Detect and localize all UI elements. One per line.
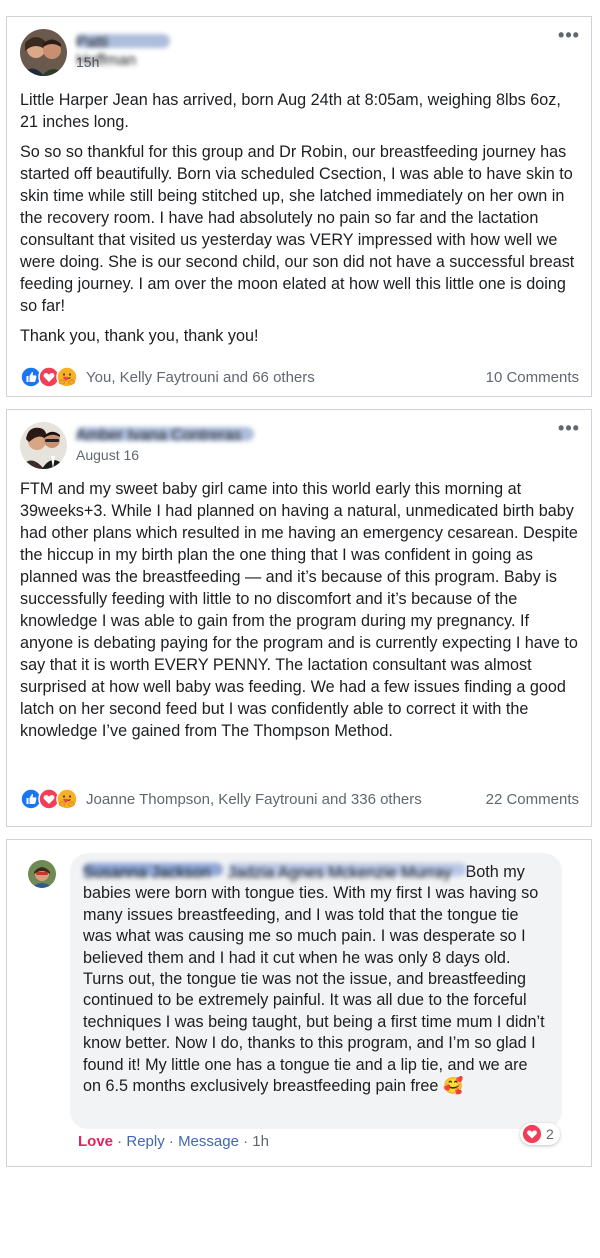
smiling-face-with-hearts-icon: 🥰: [442, 1077, 464, 1096]
reply-link[interactable]: Reply: [126, 1133, 164, 1150]
message-link[interactable]: Message: [178, 1133, 239, 1150]
comment-text: Both my babies were born with tongue tie…: [83, 863, 545, 1096]
comments-count-link[interactable]: 10 Comments: [486, 369, 579, 386]
post-card: Patti Hoffman 15h ••• Little Harper Jean…: [6, 16, 592, 397]
post-card: Amber Ivana Contreras August 16 ••• FTM …: [6, 409, 592, 827]
post-paragraph: Thank you, thank you, thank you!: [20, 327, 259, 345]
post-header: Patti Hoffman 15h: [20, 28, 170, 76]
care-hug-icon: [56, 788, 78, 810]
reaction-icons[interactable]: [20, 788, 78, 810]
author-name[interactable]: Amber Ivana Contreras: [76, 427, 254, 444]
author-name[interactable]: Patti Hoffman: [76, 34, 170, 69]
post-paragraph: So so so thankful for this group and Dr …: [20, 143, 575, 315]
love-reaction-link[interactable]: Love: [78, 1133, 113, 1150]
reaction-count: 2: [546, 1126, 554, 1142]
post-text: Little Harper Jean has arrived, born Aug…: [20, 89, 581, 355]
comment-timestamp[interactable]: 1h: [252, 1133, 269, 1150]
action-separator: ·: [164, 1133, 179, 1150]
comment-card: Susanna Jackson Jadzia Agnes Mckenzie Mu…: [6, 839, 592, 1167]
author-avatar[interactable]: [20, 421, 67, 469]
post-timestamp[interactable]: August 16: [76, 447, 254, 463]
post-header: Amber Ivana Contreras August 16: [20, 421, 254, 469]
more-options-icon[interactable]: •••: [555, 418, 583, 438]
reactions-bar: Joanne Thompson, Kelly Faytrouni and 336…: [20, 787, 579, 811]
comments-count-link[interactable]: 22 Comments: [486, 791, 579, 808]
care-hug-icon: [56, 366, 78, 388]
comment-actions: Love · Reply · Message · 1h: [78, 1133, 269, 1150]
author-avatar[interactable]: [20, 28, 67, 76]
action-separator: ·: [113, 1133, 127, 1150]
post-paragraph: Little Harper Jean has arrived, born Aug…: [20, 91, 561, 131]
reaction-icons[interactable]: [20, 366, 78, 388]
comment-bubble: Susanna Jackson Jadzia Agnes Mckenzie Mu…: [70, 853, 562, 1129]
post-paragraph: FTM and my sweet baby girl came into thi…: [20, 480, 578, 740]
reaction-count-badge[interactable]: 2: [520, 1123, 560, 1145]
reaction-names[interactable]: Joanne Thompson, Kelly Faytrouni and 336…: [86, 791, 486, 808]
action-separator: ·: [238, 1133, 253, 1150]
commenter-name[interactable]: Susanna Jackson: [83, 863, 223, 882]
commenter-avatar[interactable]: [28, 860, 56, 888]
post-text: FTM and my sweet baby girl came into thi…: [20, 478, 581, 750]
more-options-icon[interactable]: •••: [555, 25, 583, 45]
reactions-bar: You, Kelly Faytrouni and 66 others 10 Co…: [20, 365, 579, 389]
reaction-names[interactable]: You, Kelly Faytrouni and 66 others: [86, 369, 486, 386]
tagged-name[interactable]: Jadzia Agnes Mckenzie Murray: [227, 863, 466, 882]
heart-icon: [522, 1124, 542, 1144]
